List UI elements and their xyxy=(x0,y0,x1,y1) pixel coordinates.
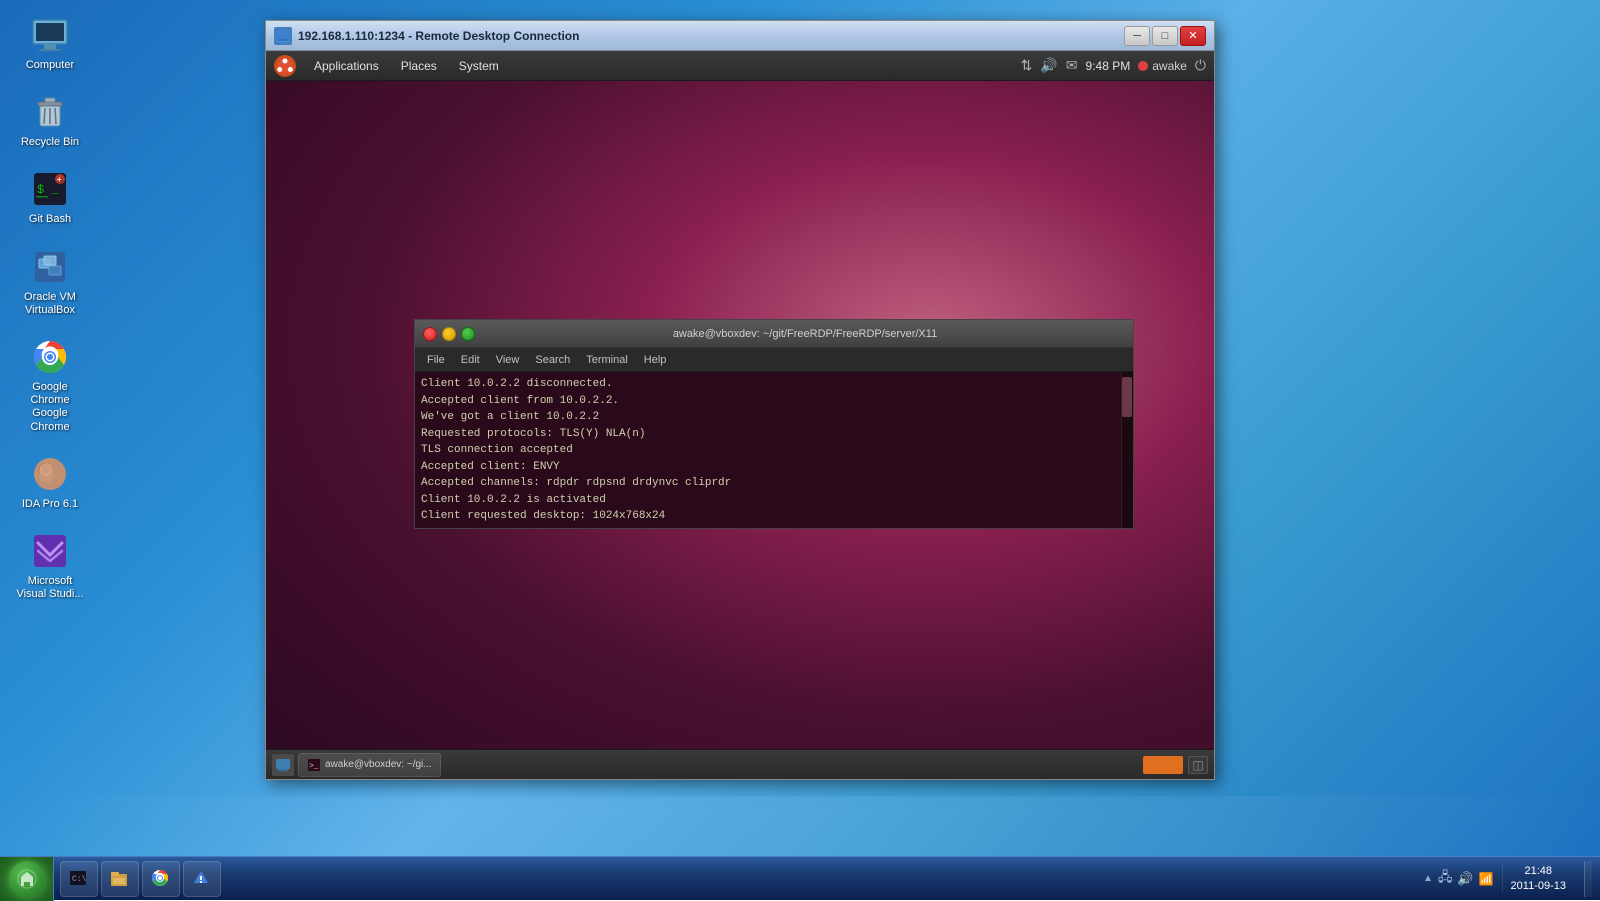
desktop-icon-area: Computer Recycle Bin $ _ xyxy=(10,10,90,606)
ubuntu-taskbar-end-btn[interactable]: ◫ xyxy=(1188,756,1208,774)
terminal-content-area[interactable]: Client 10.0.2.2 disconnected. Accepted c… xyxy=(415,372,1133,528)
desktop-shine xyxy=(0,796,1600,856)
ubuntu-network-icon[interactable]: ⇅ xyxy=(1021,57,1033,74)
taskbar-btn-chrome[interactable] xyxy=(142,861,180,897)
desktop-icon-google-chrome[interactable]: Google Chrome Google Chrome xyxy=(10,332,90,439)
ubuntu-taskbar: >_ awake@vboxdev: ~/gi... ◫ xyxy=(266,749,1214,779)
ubuntu-user-menu[interactable]: awake xyxy=(1138,59,1187,73)
terminal-scroll-thumb[interactable] xyxy=(1122,377,1132,417)
terminal-menu-view[interactable]: View xyxy=(488,348,528,371)
ubuntu-menu-applications[interactable]: Applications xyxy=(304,57,389,75)
cmd-icon: C:\ xyxy=(69,869,89,889)
ubuntu-taskbar-terminal-button[interactable]: >_ awake@vboxdev: ~/gi... xyxy=(298,753,441,777)
systray-expand-button[interactable]: ▲ xyxy=(1423,873,1433,884)
terminal-close-button[interactable] xyxy=(423,327,437,341)
desktop-icon-vs[interactable]: Microsoft Visual Studi... xyxy=(10,526,90,606)
desktop-icon-ida-pro[interactable]: IDA Pro 6.1 xyxy=(10,449,90,516)
terminal-menu-file[interactable]: File xyxy=(419,348,453,371)
terminal-menu-help[interactable]: Help xyxy=(636,348,675,371)
ubuntu-username: awake xyxy=(1152,59,1187,73)
rdp-minimize-button[interactable]: ─ xyxy=(1124,26,1150,46)
terminal-titlebar: awake@vboxdev: ~/git/FreeRDP/FreeRDP/ser… xyxy=(415,320,1133,348)
desktop-icon-virtualbox[interactable]: Oracle VM VirtualBox xyxy=(10,242,90,322)
rdp-icon xyxy=(274,27,292,45)
ubuntu-menu-bar: Applications Places System xyxy=(304,57,509,75)
taskbar-button-area: C:\ xyxy=(54,857,227,900)
terminal-menu-search[interactable]: Search xyxy=(527,348,578,371)
start-orb-icon xyxy=(9,861,45,897)
windows-desktop: Computer Recycle Bin $ _ xyxy=(0,0,1600,900)
terminal-title: awake@vboxdev: ~/git/FreeRDP/FreeRDP/ser… xyxy=(485,328,1125,340)
installer-icon xyxy=(192,869,212,889)
rdp-titlebar: 192.168.1.110:1234 - Remote Desktop Conn… xyxy=(266,21,1214,51)
terminal-window: awake@vboxdev: ~/git/FreeRDP/FreeRDP/ser… xyxy=(414,319,1134,529)
taskbar-btn-installer[interactable] xyxy=(183,861,221,897)
clock-time: 21:48 xyxy=(1511,864,1566,878)
rdp-title: 192.168.1.110:1234 - Remote Desktop Conn… xyxy=(298,29,1124,43)
terminal-output: Client 10.0.2.2 disconnected. Accepted c… xyxy=(421,376,1127,525)
taskbar-btn-explorer[interactable] xyxy=(101,861,139,897)
ubuntu-menu-system[interactable]: System xyxy=(449,57,509,75)
systray-area: ▲ 🖧 🔊 📶 xyxy=(1423,868,1494,890)
ubuntu-panel: Applications Places System ⇅ 🔊 ✉ 9:48 PM… xyxy=(266,51,1214,81)
ubuntu-clock[interactable]: 9:48 PM xyxy=(1086,59,1131,73)
ubuntu-mail-icon[interactable]: ✉ xyxy=(1066,57,1078,74)
rdp-window: 192.168.1.110:1234 - Remote Desktop Conn… xyxy=(265,20,1215,780)
rdp-window-controls: ─ □ ✕ xyxy=(1124,26,1206,46)
terminal-menu-terminal[interactable]: Terminal xyxy=(578,348,636,371)
chrome-taskbar-icon xyxy=(151,869,171,889)
show-desktop-button[interactable] xyxy=(1584,861,1592,897)
systray-network-icon[interactable]: 🖧 xyxy=(1438,868,1453,890)
ubuntu-menu-places[interactable]: Places xyxy=(391,57,447,75)
terminal-minimize-button[interactable] xyxy=(442,327,456,341)
terminal-menu-bar: File Edit View Search Terminal Help xyxy=(415,348,1133,372)
svg-text:+: + xyxy=(57,175,62,184)
clock-date: 2011-09-13 xyxy=(1511,879,1566,893)
taskbar-clock[interactable]: 21:48 2011-09-13 xyxy=(1502,864,1574,893)
terminal-menu-edit[interactable]: Edit xyxy=(453,348,488,371)
desktop-icon-computer[interactable]: Computer xyxy=(10,10,90,77)
terminal-scrollbar[interactable] xyxy=(1121,372,1133,528)
start-button[interactable] xyxy=(0,857,54,901)
systray-speaker-icon[interactable]: 📶 xyxy=(1479,872,1494,886)
rdp-close-button[interactable]: ✕ xyxy=(1180,26,1206,46)
ubuntu-panel-right: ⇅ 🔊 ✉ 9:48 PM awake ⏻ xyxy=(1021,57,1206,74)
windows-taskbar: C:\ xyxy=(0,856,1600,900)
ubuntu-volume-icon[interactable]: 🔊 xyxy=(1040,57,1057,74)
taskbar-btn-cmd[interactable]: C:\ xyxy=(60,861,98,897)
ubuntu-desktop: Applications Places System ⇅ 🔊 ✉ 9:48 PM… xyxy=(266,51,1214,779)
ubuntu-taskbar-right: ◫ xyxy=(1143,756,1208,774)
rdp-maximize-button[interactable]: □ xyxy=(1152,26,1178,46)
taskbar-right-area: ▲ 🖧 🔊 📶 21:48 2011-09-13 xyxy=(1415,857,1600,900)
ubuntu-taskbar-icon xyxy=(272,754,294,776)
ubuntu-logo-icon[interactable] xyxy=(274,55,296,77)
desktop-icon-recycle-bin[interactable]: Recycle Bin xyxy=(10,87,90,154)
ubuntu-taskbar-terminal-label: awake@vboxdev: ~/gi... xyxy=(325,759,432,770)
desktop-icon-git-bash[interactable]: $ _ + Git Bash xyxy=(10,164,90,231)
explorer-icon xyxy=(110,869,130,889)
svg-text:C:\: C:\ xyxy=(72,875,87,884)
systray-volume-icon[interactable]: 🔊 xyxy=(1457,871,1473,887)
ubuntu-taskbar-orange-btn[interactable] xyxy=(1143,756,1183,774)
terminal-maximize-button[interactable] xyxy=(461,327,475,341)
svg-text:$ _: $ _ xyxy=(37,183,59,197)
ubuntu-power-icon[interactable]: ⏻ xyxy=(1195,57,1206,74)
ubuntu-user-status-dot xyxy=(1138,61,1148,71)
svg-text:>_: >_ xyxy=(309,762,319,771)
